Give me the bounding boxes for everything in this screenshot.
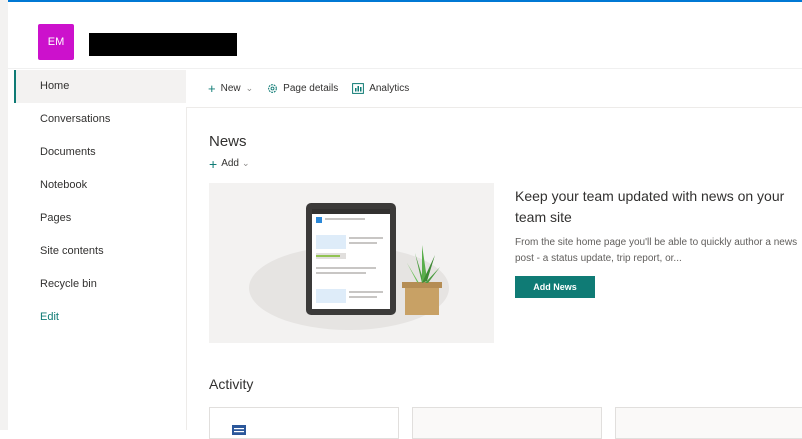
plus-icon: + (208, 80, 216, 96)
news-description: From the site home page you'll be able t… (515, 237, 798, 264)
nav-item-site-contents[interactable]: Site contents (14, 235, 186, 268)
add-news-button[interactable]: Add News (515, 276, 595, 298)
command-bar: + New ⌄ Page details Analytics (186, 70, 802, 108)
news-add-button[interactable]: + Add ⌄ (209, 155, 250, 172)
analytics-button[interactable]: Analytics (352, 83, 409, 94)
news-section-title: News (209, 133, 247, 150)
document-icon (232, 425, 246, 435)
activity-card-placeholder (615, 407, 802, 439)
gear-icon (268, 84, 278, 93)
page-details-label: Page details (283, 83, 339, 94)
nav-item-conversations[interactable]: Conversations (14, 103, 186, 136)
analytics-icon (352, 83, 365, 94)
site-title-redacted (89, 33, 237, 56)
activity-card[interactable] (209, 407, 399, 439)
analytics-label: Analytics (369, 83, 410, 94)
plus-icon: + (209, 155, 218, 172)
chevron-down-icon: ⌄ (241, 158, 250, 168)
new-label: New (220, 83, 241, 94)
left-navigation: Home Conversations Documents Notebook Pa… (14, 70, 187, 430)
nav-item-home[interactable]: Home (14, 70, 186, 103)
site-header: EM (8, 2, 802, 69)
chevron-down-icon: ⌄ (245, 83, 254, 93)
page-details-button[interactable]: Page details (267, 83, 338, 94)
activity-section-title: Activity (209, 376, 254, 392)
add-label: Add (221, 158, 239, 169)
nav-item-notebook[interactable]: Notebook (14, 169, 186, 202)
activity-card-placeholder (412, 407, 602, 439)
nav-item-documents[interactable]: Documents (14, 136, 186, 169)
tablet-plant-illustration (249, 203, 449, 330)
nav-edit-link[interactable]: Edit (14, 301, 186, 334)
new-button[interactable]: + New ⌄ (208, 80, 254, 96)
news-illustration (209, 183, 494, 343)
nav-item-recycle-bin[interactable]: Recycle bin (14, 268, 186, 301)
news-heading: Keep your team updated with news on your… (515, 188, 785, 225)
window-left-frame (0, 0, 8, 430)
site-logo[interactable]: EM (38, 24, 74, 60)
nav-item-pages[interactable]: Pages (14, 202, 186, 235)
